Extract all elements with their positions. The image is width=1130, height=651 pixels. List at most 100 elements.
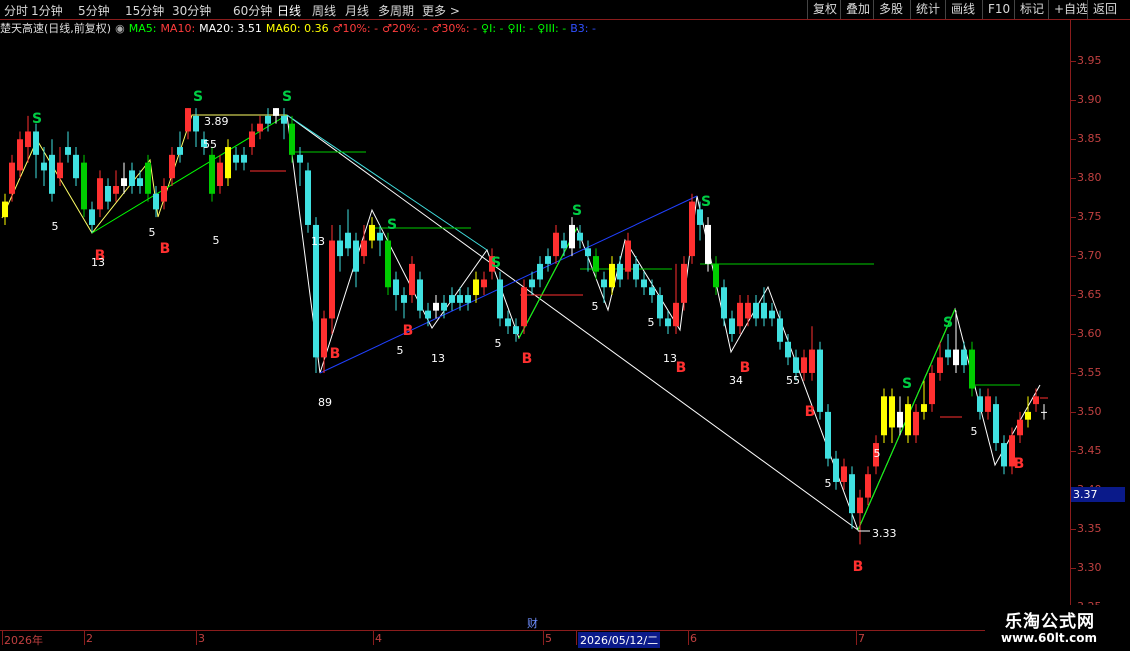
candle-body (145, 162, 151, 194)
candle-body (905, 404, 911, 436)
candle-body (401, 295, 407, 303)
toolbar-button-0[interactable]: 复权 (807, 0, 842, 19)
toolbar-button-5[interactable]: F10 (982, 0, 1015, 19)
zigzag-yellow (1, 114, 287, 234)
candle-body (689, 201, 695, 257)
toolbar-button-6[interactable]: 标记 (1014, 0, 1049, 19)
kline-chart[interactable]: SS SSSSSSSB BBBBB BBBB5 5555555551313 1313555… (0, 38, 1070, 630)
price-label: 3.50 (1077, 404, 1102, 418)
price-label: 3.75 (1077, 210, 1102, 224)
candle-body (305, 170, 311, 225)
trend-green-1 (91, 114, 288, 234)
candle-body (737, 302, 743, 327)
toolbar-button-8[interactable]: 返回 (1087, 0, 1122, 19)
toolbar: 分时 1分钟 5分钟 15分钟 30分钟 60分钟 日线 周线 月线 多周期 更多 > 复权 叠加 多股统… (0, 0, 1130, 20)
candle-body (153, 193, 159, 210)
candle-body (665, 318, 671, 327)
signal-label: S (491, 255, 501, 271)
tab-timeframe-9[interactable]: 多周期 (378, 2, 414, 19)
candle-body (857, 497, 863, 514)
candle-body (249, 131, 255, 148)
toolbar-button-3[interactable]: 统计 (910, 0, 945, 19)
candle-body (417, 279, 423, 311)
signal-label: 5 (495, 337, 502, 350)
legend-item-5: ♂20%: - (382, 22, 428, 35)
candle-body (625, 240, 631, 272)
signal-label: 5 (149, 226, 156, 239)
candle-body (185, 108, 191, 132)
tab-timeframe-6[interactable]: 日线 (277, 2, 301, 19)
tab-timeframe-7[interactable]: 周线 (312, 2, 336, 19)
candle-body (993, 404, 999, 444)
price-tick (1071, 528, 1076, 530)
candle-body (641, 279, 647, 288)
candle-body (721, 287, 727, 319)
signal-label: B (522, 351, 533, 367)
candle-body (361, 240, 367, 257)
legend-item-10: B3: - (570, 22, 596, 35)
candle-body (937, 357, 943, 373)
tab-timeframe-10[interactable]: 更多 > (422, 2, 460, 19)
candle-body (441, 302, 447, 311)
tab-timeframe-5[interactable]: 60分钟 (233, 2, 272, 19)
candle-body (961, 349, 967, 366)
price-label: 3.80 (1077, 171, 1102, 185)
price-tick (1071, 139, 1076, 141)
low-annotation: 3.33 (872, 527, 897, 540)
tab-timeframe-0[interactable]: 分时 (4, 2, 28, 19)
candle-body (353, 240, 359, 272)
tab-timeframe-2[interactable]: 5分钟 (78, 2, 110, 19)
candle-body (433, 302, 439, 311)
settings-icon[interactable]: ◉ (115, 22, 125, 35)
price-tick (1071, 334, 1076, 335)
price-tick (1071, 411, 1076, 413)
current-price-badge: 3.37 (1071, 487, 1125, 502)
candle-body (705, 224, 711, 264)
tab-timeframe-8[interactable]: 月线 (345, 2, 369, 19)
candle-body (217, 162, 223, 186)
signal-label: 5 (397, 344, 404, 357)
signal-label: S (701, 194, 711, 210)
candle-body (89, 209, 95, 225)
finance-marker[interactable]: 财 (527, 615, 538, 631)
signal-label: S (193, 89, 203, 105)
candle-body (729, 318, 735, 334)
candle-body (265, 115, 271, 124)
candle-body (585, 248, 591, 257)
price-label: 3.95 (1077, 54, 1102, 68)
signal-label: 13 (663, 352, 677, 365)
candle-body (633, 263, 639, 280)
candle-body (1001, 443, 1007, 467)
candle-body (745, 302, 751, 319)
price-label: 3.30 (1077, 560, 1102, 574)
candle-body (113, 186, 119, 194)
candle-body (393, 279, 399, 296)
candle-body (601, 279, 607, 288)
candle-body (345, 232, 351, 249)
candle-body (889, 396, 895, 428)
candle-body (513, 326, 519, 334)
tab-timeframe-3[interactable]: 15分钟 (125, 2, 164, 19)
toolbar-button-1[interactable]: 叠加 (840, 0, 875, 19)
candle-body (793, 357, 799, 373)
signal-label: 5 (592, 300, 599, 313)
candle-body (617, 263, 623, 280)
toolbar-button-4[interactable]: 画线 (945, 0, 980, 19)
candle-body (801, 357, 807, 373)
candle-body (945, 349, 951, 358)
price-label: 3.70 (1077, 249, 1102, 263)
legend-item-1: MA10: (160, 22, 196, 35)
tab-timeframe-4[interactable]: 30分钟 (172, 2, 211, 19)
candle-body (457, 295, 463, 303)
candle-body (337, 240, 343, 257)
toolbar-button-2[interactable]: 多股 (873, 0, 908, 19)
price-label: 3.60 (1077, 327, 1102, 340)
candle-body (713, 263, 719, 288)
signal-label: B (853, 559, 864, 575)
candle-body (177, 147, 183, 155)
candle-body (777, 318, 783, 342)
signal-label: B (676, 360, 687, 376)
price-tick (1071, 295, 1076, 297)
tab-timeframe-1[interactable]: 1分钟 (31, 2, 63, 19)
candle-body (1025, 411, 1031, 420)
